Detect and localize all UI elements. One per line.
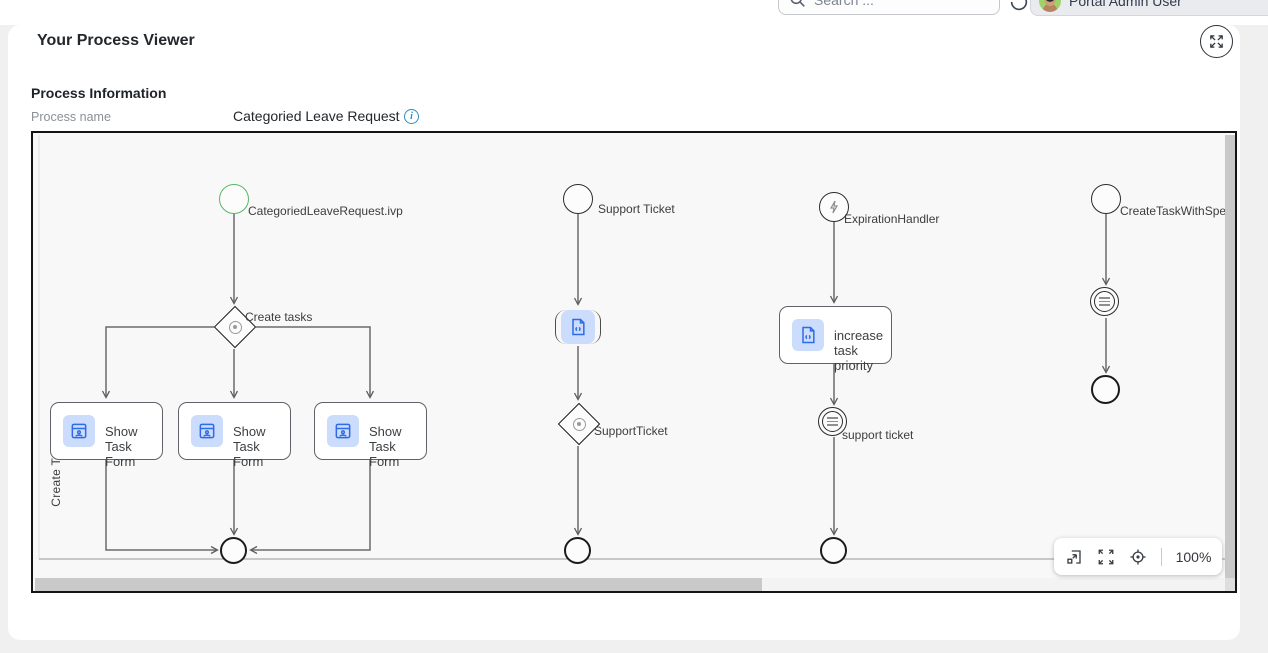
user-name: Portal Admin User [1069, 0, 1182, 9]
embedded-script-step[interactable] [555, 310, 601, 344]
end-event-flow3[interactable] [820, 537, 847, 564]
zoom-level: 100% [1176, 549, 1212, 565]
search-input[interactable] [814, 0, 974, 8]
process-viewer-page: Portal Admin User Your Process Viewer Pr… [0, 0, 1268, 653]
jump-to-origin-button[interactable] [1065, 548, 1083, 566]
task-switch-event-flow4[interactable] [1090, 287, 1119, 316]
user-task-icon [63, 415, 95, 447]
start-event-label: CategoriedLeaveRequest.ivp [248, 204, 403, 218]
expand-arrows-icon [1208, 33, 1225, 50]
gateway-dot-icon [573, 418, 586, 431]
start-event-create-task-with-special[interactable] [1091, 184, 1121, 214]
history-icon[interactable] [1008, 0, 1030, 13]
center-view-button[interactable] [1129, 548, 1147, 566]
diagram-zoom-toolbar: 100% [1054, 538, 1222, 575]
global-search[interactable] [778, 0, 1000, 15]
script-document-icon [561, 310, 595, 344]
end-event-flow4[interactable] [1091, 375, 1120, 404]
task-label-line1: Show [105, 424, 138, 439]
end-event-flow1[interactable] [220, 537, 247, 564]
lightning-icon [828, 200, 840, 214]
task-label-line1: Show [233, 424, 266, 439]
fullscreen-button[interactable] [1200, 25, 1233, 58]
user-menu[interactable]: Portal Admin User [1030, 0, 1268, 16]
task-show-task-form-3[interactable]: Show Task Form [314, 402, 427, 460]
gateway-dot-icon [229, 321, 242, 334]
event-label: support ticket [842, 428, 913, 442]
task-list-icon [1099, 297, 1110, 306]
start-event-categoried-leave-request[interactable] [219, 184, 249, 214]
task-label-line2: Task Form [105, 439, 162, 469]
task-label-line2: task priority [834, 343, 891, 373]
gateway-label: SupportTicket [594, 424, 668, 438]
start-event-label: CreateTaskWithSpecial [1120, 204, 1237, 218]
top-bar: Portal Admin User [0, 0, 1268, 25]
user-task-icon [327, 415, 359, 447]
toolbar-divider [1161, 548, 1162, 566]
start-event-label: Support Ticket [598, 202, 675, 216]
gateway-label: Create tasks [245, 310, 312, 324]
vertical-scrollbar[interactable] [1225, 135, 1235, 578]
fit-to-screen-button[interactable] [1097, 548, 1115, 566]
vertical-scrollbar-thumb[interactable] [1225, 135, 1235, 578]
scrollbar-corner [1225, 578, 1235, 591]
page-title: Your Process Viewer [37, 32, 195, 50]
process-name-value: Categoried Leave Request [233, 108, 400, 124]
task-label-line2: Task Form [233, 439, 290, 469]
task-label-line1: Show [369, 424, 402, 439]
task-increase-task-priority[interactable]: increase task priority [779, 306, 892, 364]
search-icon [789, 0, 806, 8]
user-task-icon [191, 415, 223, 447]
task-show-task-form-2[interactable]: Show Task Form [178, 402, 291, 460]
task-label-line2: Task Form [369, 439, 426, 469]
start-event-label: ExpirationHandler [844, 212, 939, 226]
task-list-icon [827, 417, 838, 426]
user-avatar [1039, 0, 1061, 12]
process-name-label: Process name [31, 110, 111, 124]
end-event-flow2[interactable] [564, 537, 591, 564]
horizontal-scrollbar-thumb[interactable] [35, 578, 762, 591]
start-event-support-ticket[interactable] [563, 184, 593, 214]
script-document-icon [792, 319, 824, 351]
process-information-heading: Process Information [31, 85, 166, 101]
info-icon[interactable]: i [404, 109, 419, 124]
task-show-task-form-1[interactable]: Show Task Form [50, 402, 163, 460]
horizontal-scrollbar[interactable] [35, 578, 1227, 591]
task-label-line1: increase [834, 328, 883, 343]
process-diagram-canvas[interactable]: Create Tasks CategoriedLeaveRequest.ivp … [31, 131, 1237, 593]
